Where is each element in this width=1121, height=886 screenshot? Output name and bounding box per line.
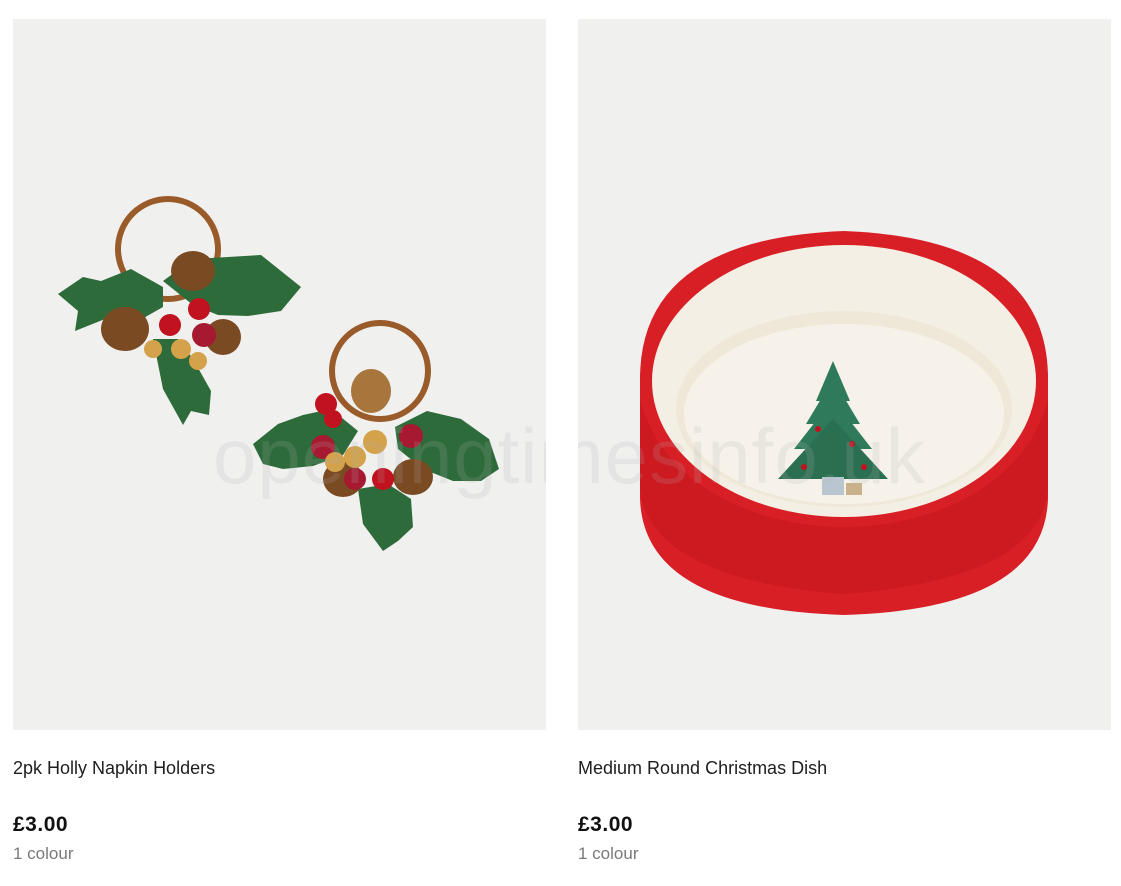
product-price: £3.00	[578, 813, 634, 836]
product-grid: openingtimesinfo.uk 2pk Holly Napkin Hol…	[0, 0, 1121, 886]
product-card: openingtimesinfo.uk Medium Round Christm…	[578, 19, 1111, 863]
holly-napkin-holders-image	[58, 196, 499, 551]
product-card: openingtimesinfo.uk 2pk Holly Napkin Hol…	[13, 19, 546, 863]
product-image-link[interactable]: openingtimesinfo.uk	[578, 19, 1111, 730]
napkin-holder-2	[253, 320, 499, 551]
product-image-link[interactable]: openingtimesinfo.uk	[13, 19, 546, 730]
colour-count: 1 colour	[578, 844, 639, 863]
colour-count: 1 colour	[13, 844, 74, 863]
napkin-holder-1	[58, 196, 301, 425]
product-price: £3.00	[13, 813, 69, 836]
product-title[interactable]: Medium Round Christmas Dish	[578, 758, 827, 779]
christmas-dish-image	[640, 231, 1048, 615]
product-title[interactable]: 2pk Holly Napkin Holders	[13, 758, 215, 779]
